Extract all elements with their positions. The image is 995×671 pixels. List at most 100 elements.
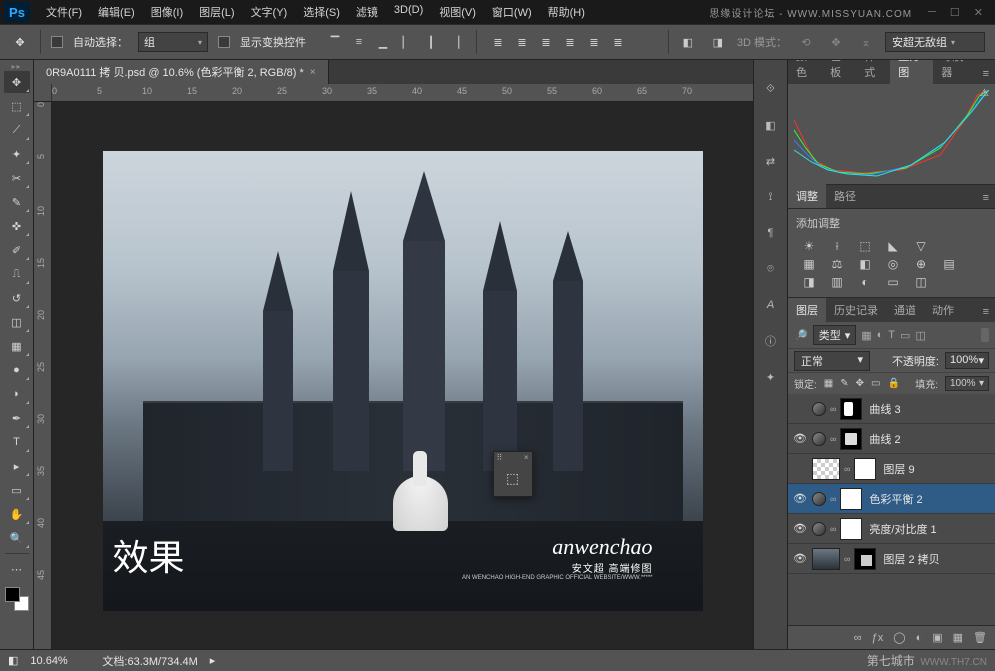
eyedropper-tool[interactable]: ✎ — [4, 191, 30, 213]
minimize-icon[interactable]: ─ — [928, 6, 936, 19]
distribute-hcenter-icon[interactable]: ≣ — [583, 31, 605, 53]
visibility-icon[interactable]: 👁 — [792, 552, 808, 565]
posterize-icon[interactable]: ▥ — [828, 275, 846, 289]
close-tab-icon[interactable]: × — [310, 67, 316, 78]
character-icon[interactable]: ⟟ — [760, 186, 782, 208]
layer-thumb[interactable] — [812, 548, 840, 570]
move-tool[interactable]: ✥ — [4, 71, 30, 93]
menu-image[interactable]: 图像(I) — [143, 0, 191, 24]
tab-swatches[interactable]: 色板 — [822, 60, 856, 84]
status-menu-icon[interactable]: ▸ — [210, 654, 216, 667]
distribute-left-icon[interactable]: ≣ — [559, 31, 581, 53]
menu-help[interactable]: 帮助(H) — [540, 0, 593, 24]
3d-preset-combo[interactable]: 安超无敌组 ▾ — [885, 32, 985, 52]
canvas[interactable]: 效果 anwenchao 安文超 高端修图 AN WENCHAO HIGH-EN… — [52, 102, 753, 649]
threshold-icon[interactable]: ◐ — [856, 275, 874, 289]
vibrance-icon[interactable]: ▽ — [912, 239, 930, 253]
brightness-icon[interactable]: ☀ — [800, 239, 818, 253]
show-transform-checkbox[interactable] — [218, 36, 230, 48]
edit-mode-icon[interactable]: ◧ — [8, 654, 18, 667]
new-group-icon[interactable]: ▣ — [932, 631, 942, 644]
photo-filter-icon[interactable]: ◎ — [884, 257, 902, 271]
zoom-level[interactable]: 10.64% — [30, 655, 90, 667]
3d-panel-icon[interactable]: ◧ — [677, 31, 699, 53]
exposure-icon[interactable]: ◣ — [884, 239, 902, 253]
properties-icon[interactable]: ✦ — [760, 366, 782, 388]
link-icon[interactable]: ∞ — [830, 404, 836, 414]
healing-tool[interactable]: ✜ — [4, 215, 30, 237]
invert-icon[interactable]: ◨ — [800, 275, 818, 289]
layer-name[interactable]: 亮度/对比度 1 — [869, 521, 936, 537]
align-vcenter-icon[interactable]: ≡ — [348, 31, 370, 53]
menu-filter[interactable]: 滤镜 — [348, 0, 386, 24]
align-hcenter-icon[interactable]: ┃ — [420, 31, 442, 53]
menu-window[interactable]: 窗口(W) — [484, 0, 540, 24]
hue-icon[interactable]: ▦ — [800, 257, 818, 271]
layer-row[interactable]: 👁 ∞ 图层 2 拷贝 — [788, 544, 995, 574]
auto-select-checkbox[interactable] — [51, 36, 63, 48]
tab-color[interactable]: 颜色 — [788, 60, 822, 84]
filter-shape-icon[interactable]: ▭ — [900, 329, 910, 342]
lock-pixels-icon[interactable]: ▦ — [824, 378, 833, 389]
brushes-icon[interactable]: ⟐ — [760, 78, 782, 100]
fill-input[interactable]: 100%▾ — [945, 376, 989, 391]
paragraph-icon[interactable]: ¶ — [760, 222, 782, 244]
align-left-icon[interactable]: ▏ — [396, 31, 418, 53]
layer-mask-thumb[interactable] — [840, 428, 862, 450]
link-icon[interactable]: ∞ — [830, 494, 836, 504]
layer-row[interactable]: ∞ 图层 9 — [788, 454, 995, 484]
lookup-icon[interactable]: ▤ — [940, 257, 958, 271]
tab-styles[interactable]: 样式 — [856, 60, 890, 84]
gradient-tool[interactable]: ▦ — [4, 335, 30, 357]
layer-list[interactable]: ∞ 曲线 3 👁 ∞ 曲线 2 ∞ — [788, 394, 995, 625]
link-icon[interactable]: ∞ — [844, 464, 850, 474]
panel-grip-icon[interactable]: ⠿ — [497, 453, 503, 463]
3d-mini-panel[interactable]: ⠿ × ⬚ — [493, 451, 533, 497]
distribute-right-icon[interactable]: ≣ — [607, 31, 629, 53]
panel-menu-icon[interactable]: ≡ — [977, 64, 995, 84]
shape-tool[interactable]: ▭ — [4, 479, 30, 501]
menu-edit[interactable]: 编辑(E) — [90, 0, 143, 24]
lock-artboard-icon[interactable]: ▭ — [871, 378, 880, 389]
close-icon[interactable]: × — [524, 453, 529, 463]
close-icon[interactable]: ✕ — [974, 6, 983, 19]
filter-smart-icon[interactable]: ◫ — [915, 329, 925, 342]
layer-thumb[interactable] — [812, 458, 840, 480]
tab-history[interactable]: 历史记录 — [826, 298, 886, 322]
brush-tool[interactable]: ✐ — [4, 239, 30, 261]
new-layer-icon[interactable]: ▦ — [953, 631, 963, 644]
clone-source-icon[interactable]: ⇄ — [760, 150, 782, 172]
menu-3d[interactable]: 3D(D) — [386, 0, 431, 24]
eraser-tool[interactable]: ◫ — [4, 311, 30, 333]
3d-pan-icon[interactable]: ✥ — [825, 31, 847, 53]
new-adjustment-icon[interactable]: ◐ — [916, 632, 923, 644]
visibility-icon[interactable]: 👁 — [792, 522, 808, 535]
type-tool[interactable]: T — [4, 431, 30, 453]
layer-name[interactable]: 曲线 2 — [869, 431, 900, 447]
layer-name[interactable]: 图层 9 — [883, 461, 914, 477]
tab-histogram[interactable]: 直方图 — [890, 60, 933, 84]
lock-all-icon[interactable]: 🔒 — [887, 378, 899, 389]
gradient-map-icon[interactable]: ▭ — [884, 275, 902, 289]
layer-name[interactable]: 图层 2 拷贝 — [883, 551, 939, 567]
zoom-tool[interactable]: 🔍 — [4, 527, 30, 549]
panel-grip[interactable]: ▸▸ — [3, 62, 31, 70]
channel-mixer-icon[interactable]: ⊕ — [912, 257, 930, 271]
color-balance-icon[interactable]: ⚖ — [828, 257, 846, 271]
stamp-tool[interactable]: ⎍ — [4, 263, 30, 285]
distribute-bottom-icon[interactable]: ≣ — [535, 31, 557, 53]
lock-position-icon[interactable]: ✥ — [856, 378, 864, 389]
layer-mask-thumb[interactable] — [840, 488, 862, 510]
lock-brush-icon[interactable]: ✎ — [840, 378, 848, 389]
levels-icon[interactable]: ⟊ — [828, 239, 846, 253]
layer-mask-thumb[interactable] — [854, 458, 876, 480]
layer-row[interactable]: 👁 ∞ 色彩平衡 2 — [788, 484, 995, 514]
distribute-vcenter-icon[interactable]: ≣ — [511, 31, 533, 53]
3d-axis-icon[interactable]: ⬚ — [494, 464, 532, 494]
search-icon[interactable]: 🔎 — [794, 329, 808, 342]
align-top-icon[interactable]: ▔ — [324, 31, 346, 53]
link-icon[interactable]: ∞ — [844, 554, 850, 564]
align-bottom-icon[interactable]: ▁ — [372, 31, 394, 53]
crop-tool[interactable]: ✂ — [4, 167, 30, 189]
tab-actions[interactable]: 动作 — [924, 298, 962, 322]
